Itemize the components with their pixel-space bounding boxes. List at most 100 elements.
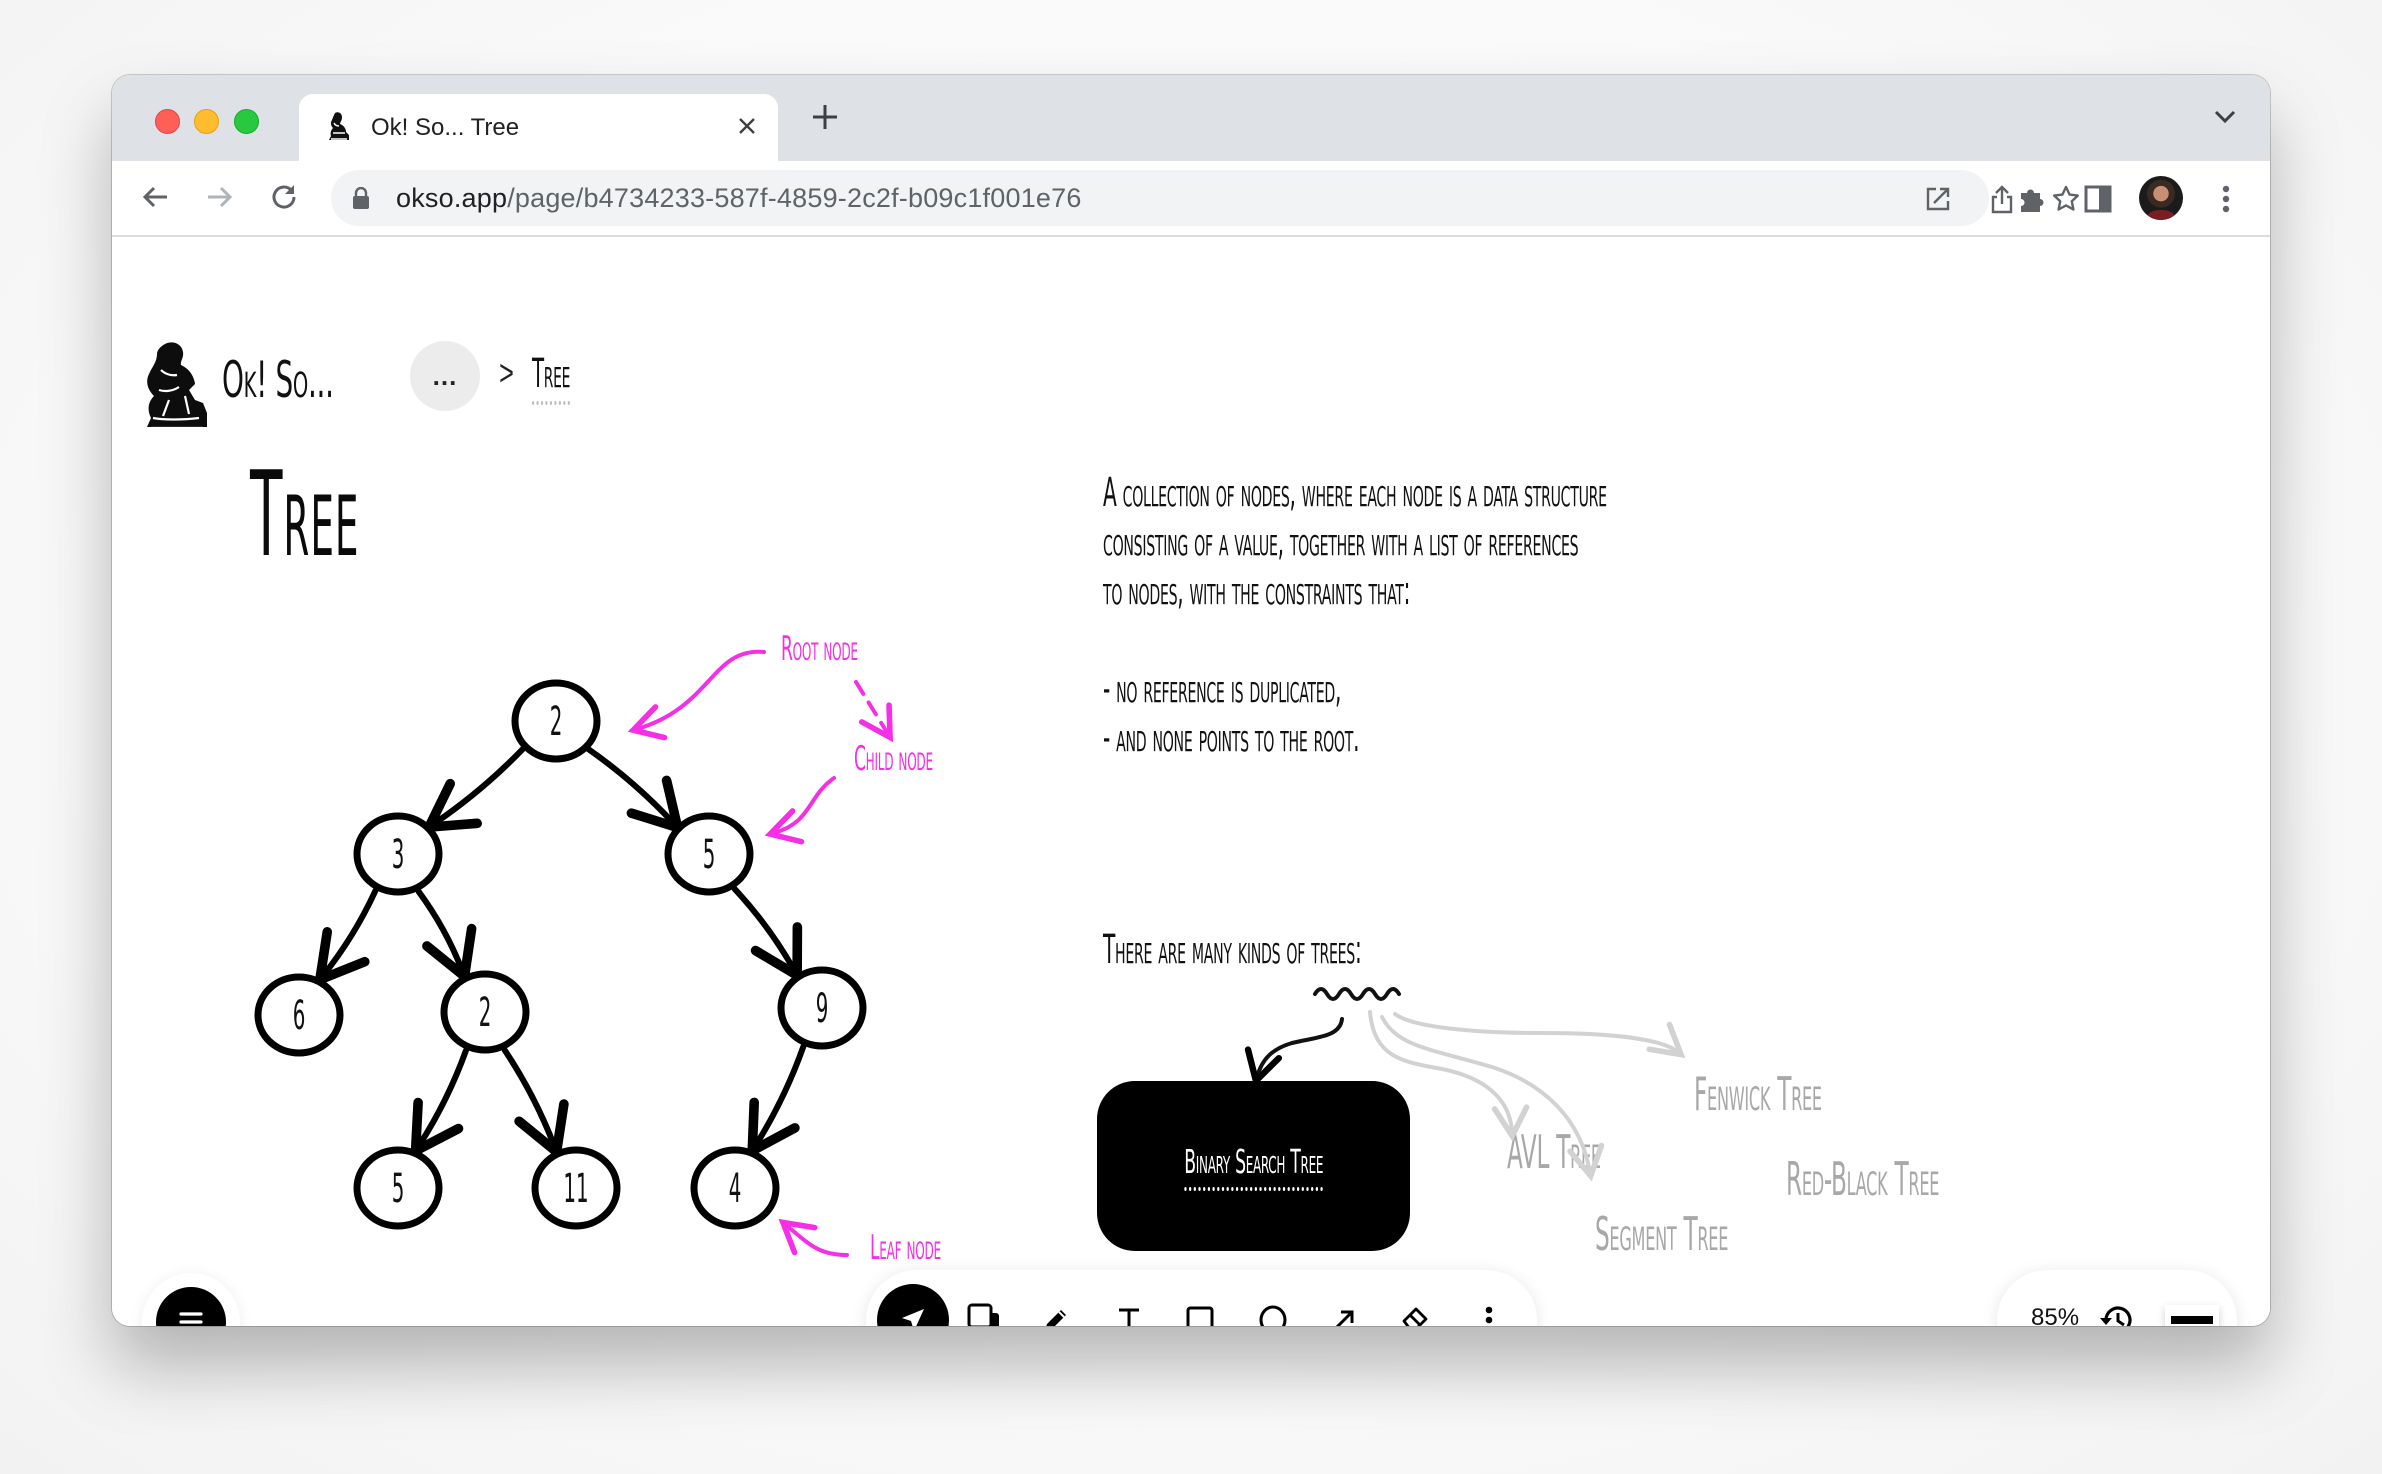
tree-node[interactable]: 11 bbox=[531, 1146, 621, 1230]
history-icon[interactable] bbox=[2097, 1302, 2133, 1326]
lock-icon[interactable] bbox=[353, 187, 369, 209]
back-button[interactable] bbox=[137, 179, 173, 215]
page-title[interactable]: Tree bbox=[250, 445, 360, 583]
profile-avatar[interactable] bbox=[2139, 176, 2183, 220]
tree-edge[interactable] bbox=[415, 888, 477, 986]
share-button[interactable] bbox=[1987, 184, 2017, 214]
breadcrumb-more-button[interactable]: ... bbox=[410, 341, 480, 411]
red-black-tree-label[interactable]: Red-Black Tree bbox=[1786, 1152, 1939, 1206]
tree-node[interactable]: 9 bbox=[777, 966, 867, 1050]
tree-edge[interactable] bbox=[410, 1047, 469, 1160]
rectangle-icon bbox=[1186, 1306, 1214, 1326]
root-annotation-arrow[interactable] bbox=[627, 649, 766, 741]
side-panel-icon bbox=[2084, 185, 2112, 213]
address-bar[interactable]: okso.app/page/b4734233-587f-4859-2c2f-b0… bbox=[331, 170, 2079, 226]
tree-node[interactable]: 3 bbox=[353, 812, 443, 896]
more-vertical-icon bbox=[1485, 1306, 1493, 1324]
description-bullet: - no reference is duplicated, bbox=[1103, 666, 1342, 712]
app-brand[interactable]: Ok! So... bbox=[222, 351, 334, 409]
reload-button[interactable] bbox=[266, 179, 302, 215]
kinds-of-trees-heading[interactable]: There are many kinds of trees: bbox=[1103, 927, 1362, 973]
tree-node-value: 3 bbox=[392, 831, 405, 878]
bst-pointer-arrow[interactable] bbox=[1244, 1017, 1344, 1088]
description-line: to nodes, with the constraints that: bbox=[1103, 568, 1411, 614]
tree-node-value: 5 bbox=[703, 831, 716, 878]
child-annotation-arrow[interactable] bbox=[764, 776, 836, 845]
url-host: okso.app bbox=[396, 183, 508, 213]
close-tab-button[interactable] bbox=[732, 111, 762, 141]
tree-node[interactable]: 6 bbox=[254, 973, 344, 1057]
stroke-width-icon bbox=[2171, 1316, 2213, 1324]
root-to-child-dashed-arrow[interactable] bbox=[854, 680, 894, 743]
tree-node[interactable]: 5 bbox=[664, 812, 754, 896]
browser-window: Ok! So... Tree okso.app/page/b4734233-58… bbox=[112, 75, 2270, 1326]
fenwick-tree-label[interactable]: Fenwick Tree bbox=[1694, 1067, 1822, 1121]
child-node-annotation[interactable]: Child node bbox=[854, 739, 933, 779]
forward-button[interactable] bbox=[202, 179, 238, 215]
tree-edge[interactable] bbox=[313, 887, 379, 988]
leaf-annotation-arrow[interactable] bbox=[778, 1218, 849, 1257]
tool-more[interactable] bbox=[1453, 1284, 1525, 1326]
root-node-annotation[interactable]: Root node bbox=[781, 629, 858, 669]
fenwick-pointer-arrow[interactable] bbox=[1393, 1012, 1686, 1059]
tree-edge[interactable] bbox=[501, 1047, 569, 1161]
tree-edge[interactable] bbox=[585, 746, 685, 835]
browser-menu-button[interactable] bbox=[2210, 183, 2242, 215]
navigation-arrow-icon bbox=[902, 1309, 924, 1326]
tree-edge[interactable] bbox=[420, 745, 527, 833]
reload-icon bbox=[272, 185, 296, 209]
tree-node-value: 9 bbox=[816, 985, 829, 1032]
tool-ellipse[interactable] bbox=[1237, 1284, 1309, 1326]
thinker-statue-icon bbox=[329, 112, 349, 140]
copy-layers-icon bbox=[967, 1303, 999, 1326]
description-text[interactable]: A collection of nodes, where each node i… bbox=[1103, 469, 1607, 763]
tool-pencil[interactable] bbox=[1020, 1284, 1092, 1326]
tool-layers[interactable] bbox=[948, 1284, 1020, 1326]
page-canvas[interactable]: Ok! So... ... > Tree Tree A collection o… bbox=[112, 237, 2270, 1326]
zoom-level[interactable]: 85% bbox=[2031, 1304, 2079, 1326]
browser-tab[interactable]: Ok! So... Tree bbox=[299, 94, 778, 161]
close-window-button[interactable] bbox=[155, 109, 180, 134]
hamburger-menu-icon bbox=[179, 1312, 203, 1324]
kebab-menu-icon bbox=[2222, 185, 2230, 213]
tool-eraser[interactable] bbox=[1380, 1284, 1452, 1326]
binary-search-tree-card[interactable]: Binary Search Tree bbox=[1097, 1081, 1410, 1251]
tree-node[interactable]: 4 bbox=[690, 1146, 780, 1230]
tool-select[interactable] bbox=[877, 1284, 949, 1326]
zoom-window-button[interactable] bbox=[234, 109, 259, 134]
binary-search-tree-link[interactable]: Binary Search Tree bbox=[1184, 1142, 1323, 1191]
segment-tree-label[interactable]: Segment Tree bbox=[1595, 1207, 1728, 1261]
avl-tree-label[interactable]: AVL Tree bbox=[1507, 1125, 1601, 1179]
thinker-logo-icon[interactable] bbox=[141, 340, 213, 438]
description-spacer bbox=[1103, 616, 1607, 665]
tree-node[interactable]: 2 bbox=[511, 679, 601, 763]
extensions-puzzle-icon bbox=[2021, 189, 2044, 212]
chevron-down-icon[interactable] bbox=[2210, 105, 2240, 129]
tool-arrow[interactable] bbox=[1308, 1284, 1380, 1326]
tree-node[interactable]: 2 bbox=[440, 970, 530, 1054]
main-menu-button[interactable] bbox=[156, 1287, 226, 1326]
url-path: /page/b4734233-587f-4859-2c2f-b09c1f001e… bbox=[507, 183, 1082, 213]
breadcrumb-current[interactable]: Tree bbox=[532, 351, 570, 405]
tool-text[interactable] bbox=[1093, 1284, 1165, 1326]
tree-node-value: 4 bbox=[729, 1165, 742, 1212]
leaf-node-annotation[interactable]: Leaf node bbox=[870, 1228, 941, 1268]
tree-node[interactable]: 5 bbox=[353, 1146, 443, 1230]
arrow-left-icon bbox=[142, 186, 167, 208]
tree-node-circle bbox=[664, 812, 754, 896]
minimize-window-button[interactable] bbox=[194, 109, 219, 134]
open-in-new-button[interactable] bbox=[1923, 184, 1953, 214]
tree-edge[interactable] bbox=[731, 885, 803, 984]
stroke-width-button[interactable] bbox=[2165, 1305, 2219, 1326]
side-panel-button[interactable] bbox=[2082, 183, 2114, 215]
url-text[interactable]: okso.app/page/b4734233-587f-4859-2c2f-b0… bbox=[396, 183, 1082, 214]
tool-rectangle[interactable] bbox=[1164, 1284, 1236, 1326]
tree-node-circle bbox=[353, 1146, 443, 1230]
tree-node-circle bbox=[511, 679, 601, 763]
new-tab-button[interactable] bbox=[807, 99, 843, 135]
tree-node-value: 5 bbox=[392, 1165, 405, 1212]
bookmark-button[interactable] bbox=[2051, 184, 2081, 214]
eraser-icon bbox=[1402, 1307, 1428, 1326]
tree-edge[interactable] bbox=[747, 1043, 807, 1159]
extensions-button[interactable] bbox=[2016, 183, 2048, 215]
